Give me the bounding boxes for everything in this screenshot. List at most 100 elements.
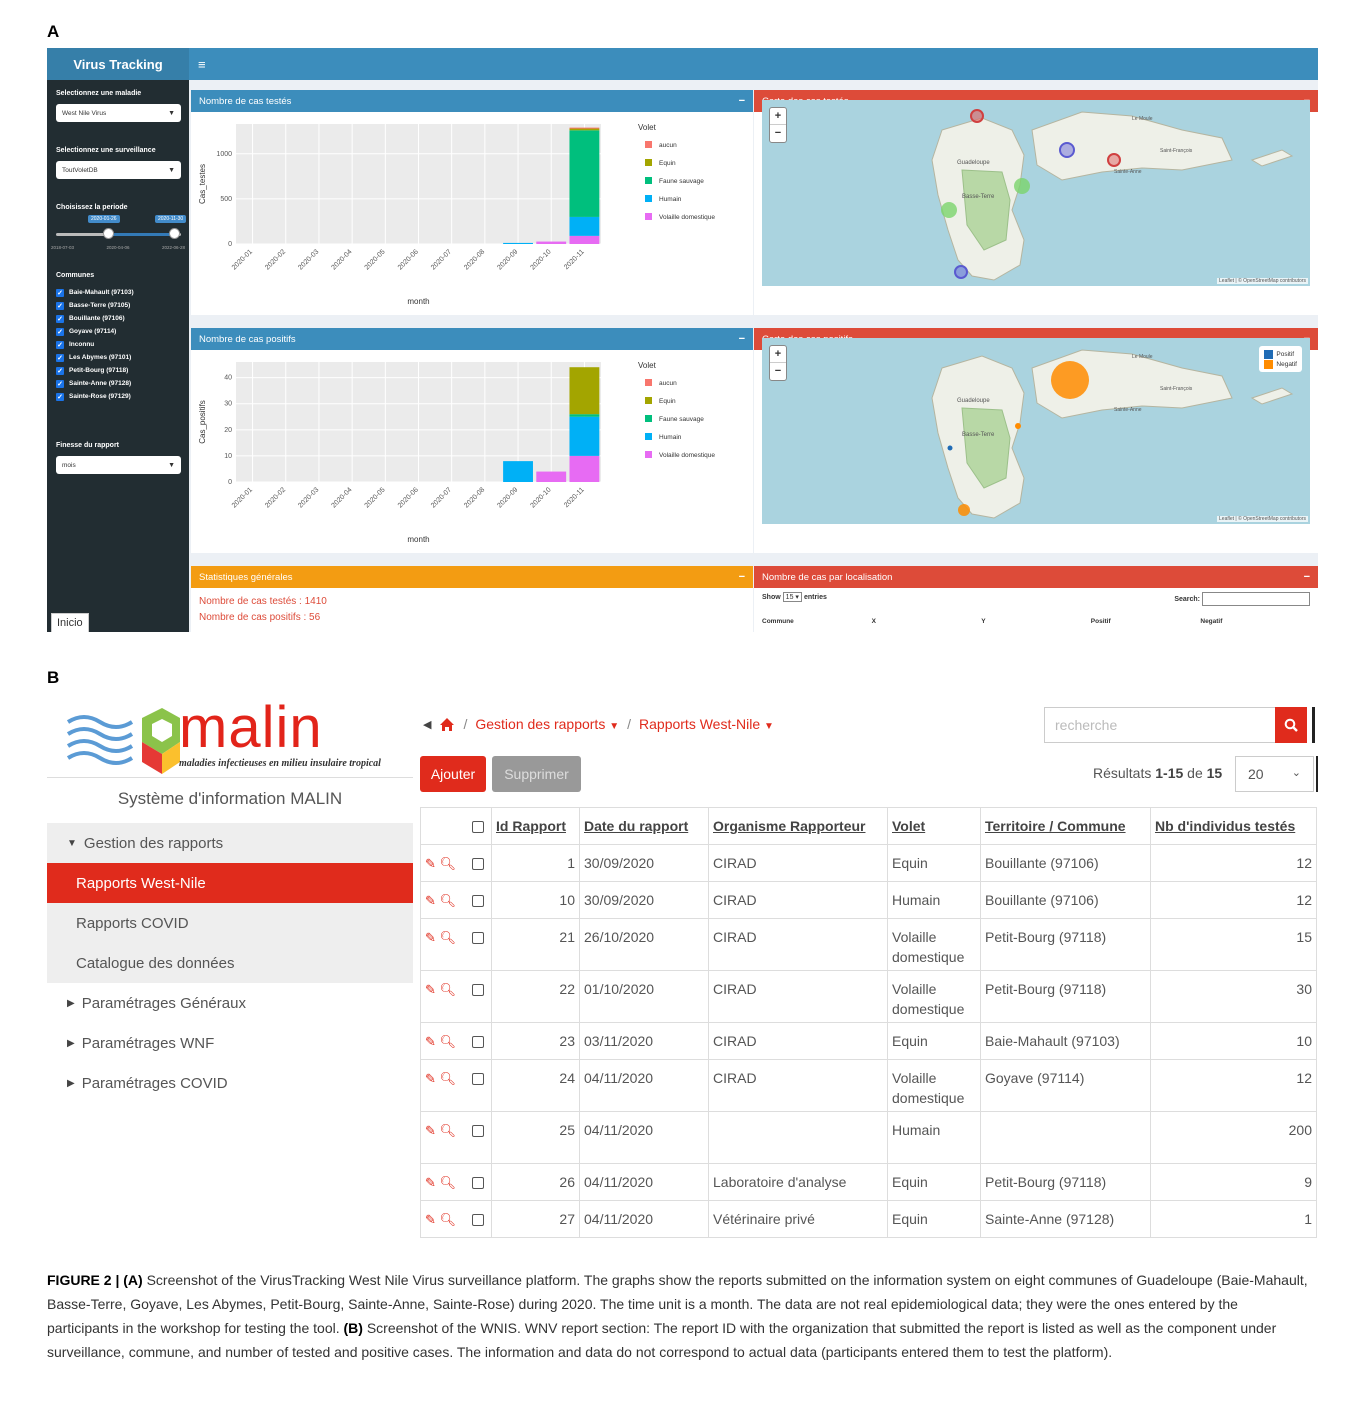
nav-item-rapports-west-nile[interactable]: Rapports West-Nile bbox=[47, 863, 413, 903]
magnifier-icon[interactable]: 🔍︎ bbox=[440, 856, 457, 871]
magnifier-icon[interactable]: 🔍︎ bbox=[440, 893, 457, 908]
home-icon[interactable] bbox=[439, 717, 455, 732]
entries-select[interactable]: 15 ▾ bbox=[782, 592, 802, 602]
surveillance-select[interactable]: ToutVoletDB ▼ bbox=[56, 161, 181, 179]
commune-checkbox[interactable]: ✓ Bouillante (97106) bbox=[56, 312, 134, 325]
nav-item-parametrages-covid[interactable]: ▶ Paramétrages COVID bbox=[47, 1063, 413, 1103]
map-zoom-control[interactable]: + − bbox=[769, 345, 787, 381]
row-select[interactable] bbox=[464, 1059, 492, 1112]
minimize-icon[interactable]: − bbox=[739, 333, 745, 345]
checkbox[interactable] bbox=[471, 858, 484, 871]
column-header[interactable]: Commune bbox=[762, 618, 872, 625]
minimize-icon[interactable]: − bbox=[739, 95, 745, 107]
magnifier-icon[interactable]: 🔍︎ bbox=[440, 1212, 457, 1227]
period-slider[interactable]: 2020-01-26 2020-11-30 bbox=[56, 215, 187, 239]
edit-pencil-icon[interactable]: ✎ bbox=[425, 1175, 436, 1190]
checkbox[interactable] bbox=[471, 821, 484, 834]
commune-checkbox[interactable]: ✓ Baie-Mahault (97103) bbox=[56, 286, 134, 299]
nav-item-parametrages-generaux[interactable]: ▶ Paramétrages Généraux bbox=[47, 983, 413, 1023]
back-arrow-icon[interactable]: ◀ bbox=[423, 718, 431, 731]
column-header-id[interactable]: Id Rapport bbox=[491, 807, 580, 845]
bar-segment bbox=[569, 130, 600, 217]
map-attribution[interactable]: Leaflet | © OpenStreetMap contributors bbox=[1217, 278, 1308, 284]
checkbox[interactable] bbox=[471, 1214, 484, 1227]
column-header-organisme[interactable]: Organisme Rapporteur bbox=[708, 807, 888, 845]
zoom-in-button[interactable]: + bbox=[770, 346, 786, 363]
checkbox[interactable] bbox=[471, 1177, 484, 1190]
edit-pencil-icon[interactable]: ✎ bbox=[425, 856, 436, 871]
row-select[interactable] bbox=[464, 844, 492, 882]
row-select[interactable] bbox=[464, 1111, 492, 1164]
add-button[interactable]: Ajouter bbox=[420, 756, 486, 792]
edit-pencil-icon[interactable]: ✎ bbox=[425, 1034, 436, 1049]
row-select[interactable] bbox=[464, 881, 492, 919]
column-header[interactable]: Y bbox=[981, 618, 1091, 625]
magnifier-icon[interactable]: 🔍︎ bbox=[440, 982, 457, 997]
edit-pencil-icon[interactable]: ✎ bbox=[425, 930, 436, 945]
edit-pencil-icon[interactable]: ✎ bbox=[425, 982, 436, 997]
column-header-nb-testes[interactable]: Nb d'individus testés bbox=[1150, 807, 1317, 845]
edit-pencil-icon[interactable]: ✎ bbox=[425, 1212, 436, 1227]
magnifier-icon[interactable]: 🔍︎ bbox=[440, 1123, 457, 1138]
map-zoom-control[interactable]: + − bbox=[769, 107, 787, 143]
leaflet-map[interactable]: Basse-Terre Guadeloupe Saint-François Sa… bbox=[762, 338, 1310, 524]
zoom-in-button[interactable]: + bbox=[770, 108, 786, 125]
magnifier-icon[interactable]: 🔍︎ bbox=[440, 1175, 457, 1190]
magnifier-icon[interactable]: 🔍︎ bbox=[440, 1071, 457, 1086]
row-select[interactable] bbox=[464, 1022, 492, 1060]
checkbox[interactable] bbox=[471, 932, 484, 945]
column-header[interactable]: Positif bbox=[1091, 618, 1201, 625]
table-search-input[interactable] bbox=[1202, 592, 1310, 606]
checkbox[interactable] bbox=[471, 984, 484, 997]
hamburger-menu-icon[interactable]: ≡ bbox=[198, 57, 206, 72]
commune-checkbox[interactable]: ✓ Sainte-Rose (97129) bbox=[56, 390, 134, 403]
delete-button[interactable]: Supprimer bbox=[492, 756, 581, 792]
edit-pencil-icon[interactable]: ✎ bbox=[425, 1071, 436, 1086]
zoom-out-button[interactable]: − bbox=[770, 125, 786, 142]
cell-organisme: CIRAD bbox=[708, 1059, 888, 1112]
column-header-volet[interactable]: Volet bbox=[887, 807, 981, 845]
column-header[interactable]: X bbox=[872, 618, 982, 625]
commune-checkbox[interactable]: ✓ Goyave (97114) bbox=[56, 325, 134, 338]
commune-checkbox[interactable]: ✓ Sainte-Anne (97128) bbox=[56, 377, 134, 390]
edit-pencil-icon[interactable]: ✎ bbox=[425, 1123, 436, 1138]
column-header-date[interactable]: Date du rapport bbox=[579, 807, 709, 845]
magnifier-icon[interactable]: 🔍︎ bbox=[440, 930, 457, 945]
slider-handle-to[interactable] bbox=[169, 228, 180, 239]
row-select[interactable] bbox=[464, 1200, 492, 1238]
magnifier-icon[interactable]: 🔍︎ bbox=[440, 1034, 457, 1049]
map-attribution[interactable]: Leaflet | © OpenStreetMap contributors bbox=[1217, 516, 1308, 522]
commune-checkbox[interactable]: ✓ Les Abymes (97101) bbox=[56, 351, 134, 364]
nav-group-gestion-rapports[interactable]: ▼ Gestion des rapports bbox=[47, 823, 413, 863]
finesse-select[interactable]: mois ▼ bbox=[56, 456, 181, 474]
checkbox[interactable] bbox=[471, 1125, 484, 1138]
select-all-checkbox[interactable] bbox=[464, 807, 492, 845]
column-header-territoire[interactable]: Territoire / Commune bbox=[980, 807, 1151, 845]
breadcrumb-rapports-west-nile[interactable]: Rapports West-Nile ▼ bbox=[639, 716, 774, 732]
minimize-icon[interactable]: − bbox=[739, 571, 745, 583]
minimize-icon[interactable]: − bbox=[1304, 571, 1310, 583]
inicio-tab[interactable]: Inicio bbox=[51, 613, 89, 632]
slider-handle-from[interactable] bbox=[103, 228, 114, 239]
row-select[interactable] bbox=[464, 918, 492, 971]
checkbox[interactable] bbox=[471, 1036, 484, 1049]
search-button[interactable] bbox=[1275, 707, 1307, 743]
edit-pencil-icon[interactable]: ✎ bbox=[425, 893, 436, 908]
commune-checkbox[interactable]: ✓ Basse-Terre (97105) bbox=[56, 299, 134, 312]
breadcrumb-gestion-rapports[interactable]: Gestion des rapports ▼ bbox=[475, 716, 619, 732]
search-input[interactable]: recherche bbox=[1044, 707, 1276, 743]
commune-checkbox[interactable]: ✓ Inconnu bbox=[56, 338, 134, 351]
nav-item-parametrages-wnf[interactable]: ▶ Paramétrages WNF bbox=[47, 1023, 413, 1063]
commune-checkbox[interactable]: ✓ Petit-Bourg (97118) bbox=[56, 364, 134, 377]
page-size-select[interactable]: 20 ⌄ bbox=[1235, 756, 1314, 792]
nav-item-rapports-covid[interactable]: Rapports COVID bbox=[47, 903, 413, 943]
checkbox[interactable] bbox=[471, 895, 484, 908]
row-select[interactable] bbox=[464, 970, 492, 1023]
checkbox[interactable] bbox=[471, 1073, 484, 1086]
row-select[interactable] bbox=[464, 1163, 492, 1201]
zoom-out-button[interactable]: − bbox=[770, 363, 786, 380]
column-header[interactable]: Negatif bbox=[1200, 618, 1310, 625]
leaflet-map[interactable]: Basse-Terre Guadeloupe Saint-François Sa… bbox=[762, 100, 1310, 286]
nav-item-catalogue[interactable]: Catalogue des données bbox=[47, 943, 413, 983]
disease-select[interactable]: West Nile Virus ▼ bbox=[56, 104, 181, 122]
